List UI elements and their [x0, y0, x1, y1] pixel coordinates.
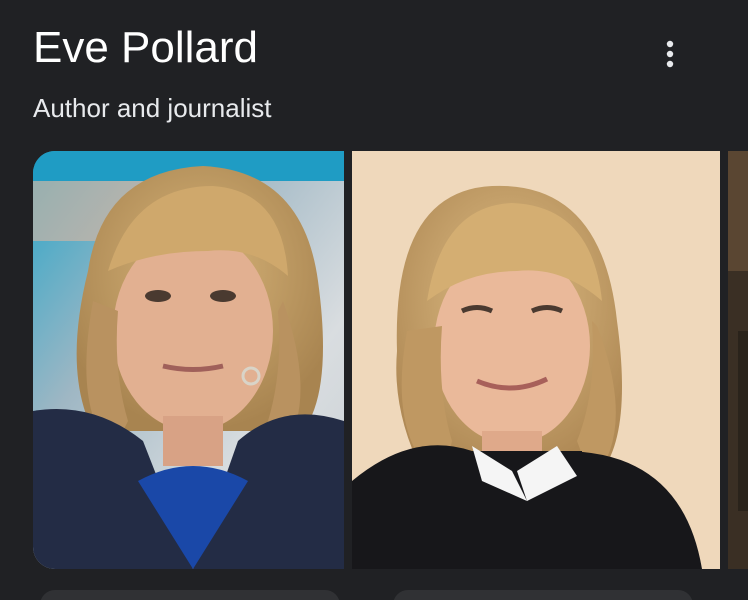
- portrait-photo-1[interactable]: [33, 151, 344, 569]
- portrait-image: [33, 151, 344, 569]
- portrait-image: [728, 151, 748, 569]
- entity-subtitle: Author and journalist: [33, 93, 272, 123]
- portrait-photo-2[interactable]: [352, 151, 720, 569]
- suggestion-chip[interactable]: [393, 590, 693, 600]
- suggestion-chip[interactable]: [40, 590, 340, 600]
- entity-title: Eve Pollard: [33, 23, 259, 72]
- image-carousel[interactable]: [0, 151, 748, 569]
- three-dots-vertical-icon: [666, 40, 674, 68]
- portrait-image: [352, 151, 720, 569]
- portrait-photo-3[interactable]: [728, 151, 748, 569]
- more-options-button[interactable]: [654, 34, 686, 74]
